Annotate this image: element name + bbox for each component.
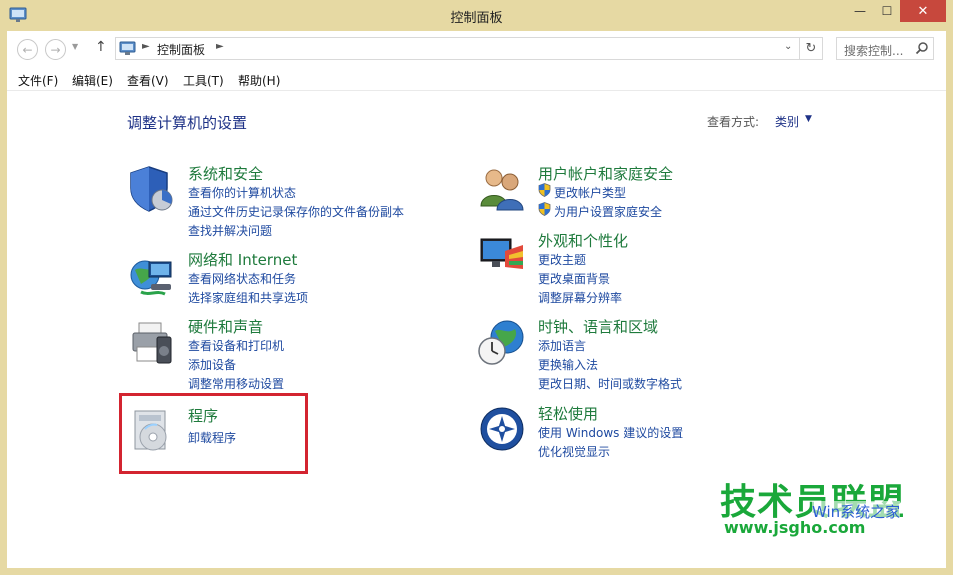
uac-shield-icon — [538, 183, 551, 197]
page-title: 调整计算机的设置 — [127, 114, 248, 132]
view-by-arrow-icon[interactable]: ▼ — [805, 114, 812, 124]
link-mobility-settings[interactable]: 调整常用移动设置 — [188, 375, 284, 392]
control-panel-icon — [119, 41, 136, 55]
category-appearance[interactable]: 外观和个性化 — [538, 230, 628, 251]
link-devices-printers[interactable]: 查看设备和打印机 — [188, 337, 284, 354]
breadcrumb-control-panel[interactable]: 控制面板 — [157, 41, 205, 58]
breadcrumb-expand-icon[interactable]: ► — [216, 41, 224, 52]
maximize-button[interactable]: ☐ — [874, 0, 900, 22]
category-network-internet[interactable]: 网络和 Internet — [188, 249, 297, 270]
hardware-printer-icon[interactable] — [127, 317, 177, 367]
link-troubleshoot[interactable]: 查找并解决问题 — [188, 222, 272, 239]
back-button[interactable]: ← — [17, 39, 38, 60]
address-bar[interactable]: ► 控制面板 ► ⌄ ↻ — [115, 37, 823, 60]
link-network-status[interactable]: 查看网络状态和任务 — [188, 270, 296, 287]
control-panel-window: 控制面板 — ☐ ✕ ← → ▼ ↑ ► 控制面板 ► ⌄ ↻ 搜索控制... … — [0, 0, 953, 575]
search-icon[interactable] — [915, 41, 929, 55]
link-homegroup[interactable]: 选择家庭组和共享选项 — [188, 289, 308, 306]
link-desktop-background[interactable]: 更改桌面背景 — [538, 270, 610, 287]
link-family-safety[interactable]: 为用户设置家庭安全 — [554, 203, 662, 220]
menu-help[interactable]: 帮助(H) — [238, 72, 280, 89]
link-add-language[interactable]: 添加语言 — [538, 337, 586, 354]
address-dropdown-icon[interactable]: ⌄ — [784, 41, 792, 52]
link-optimize-visual-display[interactable]: 优化视觉显示 — [538, 443, 610, 460]
up-arrow-icon[interactable]: ↑ — [95, 39, 107, 55]
category-hardware-sound[interactable]: 硬件和声音 — [188, 316, 263, 337]
category-system-security[interactable]: 系统和安全 — [188, 163, 263, 184]
search-placeholder: 搜索控制... — [844, 44, 904, 58]
link-recommended-settings[interactable]: 使用 Windows 建议的设置 — [538, 424, 683, 441]
link-date-time-format[interactable]: 更改日期、时间或数字格式 — [538, 375, 682, 392]
menu-view[interactable]: 查看(V) — [127, 72, 169, 89]
forward-button[interactable]: → — [45, 39, 66, 60]
category-clock-language-region[interactable]: 时钟、语言和区域 — [538, 316, 658, 337]
category-ease-of-access[interactable]: 轻松使用 — [538, 403, 598, 424]
search-input[interactable]: 搜索控制... — [836, 37, 934, 60]
window-title: 控制面板 — [450, 11, 503, 26]
watermark-logo: 技术员联盟 Win系统之家 www.jsgho.com — [720, 473, 940, 537]
link-add-device[interactable]: 添加设备 — [188, 356, 236, 373]
users-icon[interactable] — [477, 164, 527, 214]
clock-globe-icon[interactable] — [477, 317, 527, 367]
link-file-history[interactable]: 通过文件历史记录保存你的文件备份副本 — [188, 203, 404, 220]
minimize-button[interactable]: — — [846, 0, 874, 22]
watermark-url: www.jsgho.com — [724, 518, 866, 537]
navigation-bar: ← → ▼ ↑ ► 控制面板 ► ⌄ ↻ 搜索控制... — [7, 31, 946, 67]
view-by-dropdown[interactable]: 类别 — [775, 113, 799, 130]
ease-of-access-icon[interactable] — [477, 404, 527, 454]
link-screen-resolution[interactable]: 调整屏幕分辨率 — [538, 289, 622, 306]
system-security-icon[interactable] — [127, 164, 177, 214]
menu-bar: 文件(F) 编辑(E) 查看(V) 工具(T) 帮助(H) — [7, 67, 946, 91]
close-button[interactable]: ✕ — [900, 0, 946, 22]
recent-locations-icon[interactable]: ▼ — [72, 42, 78, 51]
view-by-label: 查看方式: — [707, 115, 760, 129]
title-bar[interactable]: 控制面板 — ☐ ✕ — [0, 0, 953, 31]
menu-file[interactable]: 文件(F) — [18, 72, 58, 89]
menu-tools[interactable]: 工具(T) — [183, 72, 224, 89]
uac-shield-icon — [538, 202, 551, 216]
network-icon[interactable] — [127, 250, 177, 300]
refresh-button[interactable]: ↻ — [799, 38, 822, 59]
menu-edit[interactable]: 编辑(E) — [72, 72, 113, 89]
breadcrumb-separator-icon[interactable]: ► — [142, 41, 150, 52]
highlight-box — [119, 393, 308, 474]
link-change-account-type[interactable]: 更改帐户类型 — [554, 184, 626, 201]
category-user-accounts[interactable]: 用户帐户和家庭安全 — [538, 163, 673, 184]
appearance-icon[interactable] — [477, 231, 527, 281]
link-change-theme[interactable]: 更改主题 — [538, 251, 586, 268]
link-view-computer-status[interactable]: 查看你的计算机状态 — [188, 184, 296, 201]
link-change-input-method[interactable]: 更换输入法 — [538, 356, 598, 373]
